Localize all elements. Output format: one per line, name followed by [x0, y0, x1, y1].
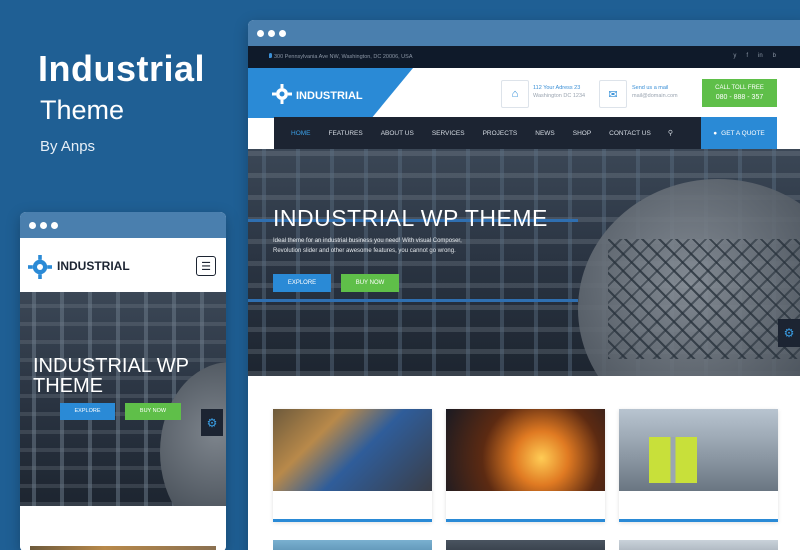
get-a-quote-button[interactable]: ● GET A QUOTE [701, 117, 777, 149]
hero-title: INDUSTRIAL WP THEME [273, 205, 548, 231]
window-dot-icon [29, 222, 36, 229]
nav-item-projects[interactable]: PROJECTS [474, 130, 527, 137]
hero-pipe [248, 299, 578, 302]
window-controls [257, 30, 286, 37]
mobile-explore-button[interactable]: EXPLORE [60, 403, 115, 420]
service-card[interactable] [273, 409, 432, 522]
buy-now-button[interactable]: BUY NOW [341, 274, 399, 292]
mail-icon: ✉ [599, 80, 627, 108]
search-icon[interactable]: ⚲ [660, 129, 681, 137]
window-dot-icon [279, 30, 286, 37]
service-cards-row-2 [273, 540, 778, 550]
call-label: CALL TOLL FREE [715, 85, 764, 91]
nav-item-contact-us[interactable]: CONTACT US [600, 130, 660, 137]
nav-item-home[interactable]: HOME [282, 130, 320, 137]
hamburger-menu-icon[interactable]: ☰ [196, 256, 216, 276]
service-card[interactable] [619, 409, 778, 522]
window-dot-icon [40, 222, 47, 229]
settings-gear-icon[interactable]: ⚙ [778, 319, 800, 347]
window-dot-icon [257, 30, 264, 37]
service-card[interactable] [446, 409, 605, 522]
location-pin-icon [269, 53, 272, 58]
promo-title: Industrial [38, 48, 206, 89]
service-card-image[interactable] [619, 540, 778, 550]
address-line-2: Washington DC 1234 [533, 93, 586, 99]
mail-info: Send us a mail mail@domain.com [632, 84, 678, 100]
mobile-hero-title: INDUSTRIAL WP THEME [33, 355, 189, 397]
sparks-image [446, 409, 605, 491]
engineers-image [619, 409, 778, 491]
get-a-quote-label: GET A QUOTE [721, 129, 765, 137]
mobile-logo-text[interactable]: INDUSTRIAL [57, 259, 130, 273]
settings-gear-icon[interactable]: ⚙ [201, 409, 223, 436]
nav-item-shop[interactable]: SHOP [564, 130, 600, 137]
service-card-image[interactable] [273, 540, 432, 550]
gear-logo-icon [272, 84, 292, 104]
nav-item-about-us[interactable]: ABOUT US [372, 130, 423, 137]
call-toll-free-button[interactable]: CALL TOLL FREE 080 - 888 - 357 [702, 79, 777, 107]
main-navigation: HOME FEATURES ABOUT US SERVICES PROJECTS… [274, 117, 777, 149]
mail-line-2[interactable]: mail@domain.com [632, 92, 678, 100]
worker-image [273, 409, 432, 491]
window-titlebar [248, 20, 800, 46]
window-dot-icon [51, 222, 58, 229]
window-titlebar [20, 212, 226, 238]
promo-author: By Anps [40, 138, 96, 155]
mobile-header: INDUSTRIAL ☰ [20, 238, 226, 290]
social-links: y f in b [733, 53, 776, 59]
mobile-card-image[interactable] [30, 546, 216, 550]
mobile-buy-now-button[interactable]: BUY NOW [125, 403, 181, 420]
address-line-1: 112 Your Adress 23 [533, 85, 581, 91]
window-dot-icon [268, 30, 275, 37]
window-controls [29, 222, 58, 229]
gear-logo-icon [28, 255, 52, 279]
linkedin-icon[interactable]: in [758, 53, 763, 59]
address-text: 300 Pennsylvania Ave NW, Washington, DC … [274, 54, 413, 60]
mobile-hero: INDUSTRIAL WP THEME EXPLORE BUY NOW ⚙ [20, 292, 226, 506]
top-info-bar: 300 Pennsylvania Ave NW, Washington, DC … [248, 46, 800, 68]
nav-item-features[interactable]: FEATURES [320, 130, 372, 137]
address-info: 112 Your Adress 23 Washington DC 1234 [533, 84, 585, 100]
nav-item-services[interactable]: SERVICES [423, 130, 474, 137]
service-card-image[interactable] [446, 540, 605, 550]
mail-line-1: Send us a mail [632, 85, 669, 91]
nav-item-news[interactable]: NEWS [526, 130, 564, 137]
service-cards [273, 409, 778, 522]
hero-slider: INDUSTRIAL WP THEME Ideal theme for an i… [248, 149, 800, 376]
explore-button[interactable]: EXPLORE [273, 274, 331, 292]
twitter-icon[interactable]: y [733, 53, 736, 59]
behance-icon[interactable]: b [773, 53, 776, 59]
promo-subtitle: Theme [40, 95, 125, 125]
mobile-content [20, 506, 226, 550]
home-icon: ⌂ [501, 80, 529, 108]
mobile-preview-window: INDUSTRIAL ☰ INDUSTRIAL WP THEME EXPLORE… [20, 212, 226, 550]
globe-icon: ● [713, 129, 718, 137]
facebook-icon[interactable]: f [746, 53, 748, 59]
desktop-preview-window: 300 Pennsylvania Ave NW, Washington, DC … [248, 20, 800, 550]
hero-railing-image [608, 239, 800, 359]
logo-text[interactable]: INDUSTRIAL [296, 90, 363, 102]
hero-text: Ideal theme for an industrial business y… [273, 238, 462, 254]
call-number: 080 - 888 - 357 [715, 94, 764, 101]
